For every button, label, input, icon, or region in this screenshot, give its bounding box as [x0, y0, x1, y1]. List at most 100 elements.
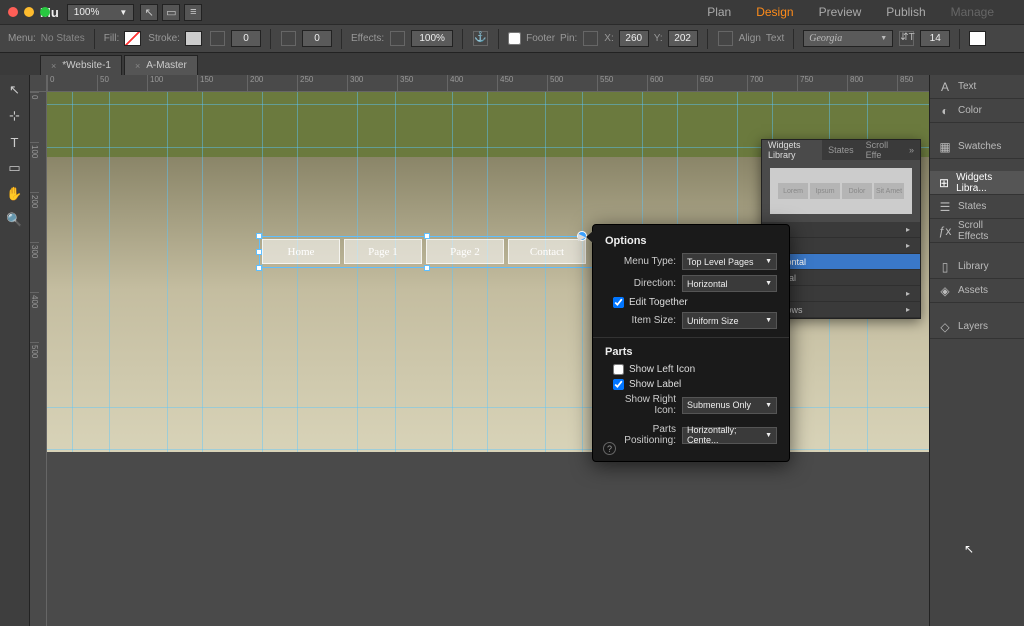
show-right-icon-label: Show Right Icon: — [605, 394, 676, 416]
panel-layers[interactable]: ◇Layers — [930, 315, 1024, 339]
document-tab[interactable]: × A-Master — [124, 55, 198, 75]
guide-vertical[interactable] — [109, 92, 110, 452]
text-tool[interactable]: T — [6, 133, 24, 151]
menu-state-value[interactable]: No States — [41, 33, 85, 44]
ruler-vertical[interactable]: 0100200300400500 — [30, 92, 47, 626]
view-button[interactable]: ≡ — [184, 4, 202, 21]
guide-horizontal[interactable] — [47, 407, 929, 408]
effects-icon[interactable] — [390, 31, 405, 46]
crop-tool[interactable]: ⊹ — [6, 107, 24, 125]
guide-vertical[interactable] — [297, 92, 298, 452]
menu-item[interactable]: Page 2 — [426, 239, 504, 264]
guide-vertical[interactable] — [202, 92, 203, 452]
help-icon[interactable]: ? — [603, 442, 616, 455]
y-input[interactable]: 202 — [668, 30, 698, 47]
ruler-origin[interactable] — [30, 75, 47, 92]
panel-tab[interactable]: Scroll Effe — [860, 140, 903, 160]
guide-horizontal[interactable] — [47, 104, 929, 105]
document-tabs: ×*Website-1×A-Master — [0, 53, 1024, 75]
pin-grid-icon[interactable] — [583, 31, 598, 46]
chevron-down-icon: ▼ — [119, 8, 127, 17]
panel-tab[interactable]: States — [822, 145, 860, 155]
guide-horizontal[interactable] — [47, 449, 929, 450]
text-color-swatch[interactable] — [969, 31, 986, 46]
workspace-tab-plan[interactable]: Plan — [707, 5, 731, 19]
menu-type-select[interactable]: Top Level Pages▼ — [682, 253, 777, 270]
panel-text[interactable]: AText — [930, 75, 1024, 99]
zoom-select[interactable]: 100% ▼ — [67, 4, 135, 21]
direction-select[interactable]: Horizontal▼ — [682, 275, 777, 292]
menu-item[interactable]: Home — [262, 239, 340, 264]
guide-vertical[interactable] — [452, 92, 453, 452]
zoom-value: 100% — [74, 7, 100, 18]
menu-item[interactable]: Page 1 — [344, 239, 422, 264]
corners-icon[interactable] — [281, 31, 296, 46]
edit-together-checkbox[interactable] — [613, 297, 624, 308]
canvas[interactable]: 0501001502002503003504004505005506006507… — [30, 75, 929, 626]
resize-handle[interactable] — [256, 265, 262, 271]
redo-button[interactable]: ▭ — [162, 4, 180, 21]
align-label[interactable]: Align — [739, 33, 761, 44]
show-left-icon-checkbox[interactable] — [613, 364, 624, 375]
guide-vertical[interactable] — [262, 92, 263, 452]
menu-item[interactable]: Contact — [508, 239, 586, 264]
more-tabs-icon[interactable]: » — [903, 145, 920, 155]
stroke-align-icon[interactable] — [210, 31, 225, 46]
guide-vertical[interactable] — [167, 92, 168, 452]
show-right-icon-select[interactable]: Submenus Only▼ — [682, 397, 777, 414]
x-input[interactable]: 260 — [619, 30, 649, 47]
corner-radius-input[interactable]: 0 — [302, 30, 332, 47]
document-tab[interactable]: ×*Website-1 — [40, 55, 122, 75]
resize-handle[interactable] — [424, 265, 430, 271]
hand-tool[interactable]: ✋ — [6, 185, 24, 203]
close-tab-icon[interactable]: × — [51, 61, 56, 71]
workspace-tab-design[interactable]: Design — [756, 5, 793, 19]
ruler-horizontal[interactable]: 0501001502002503003504004505005506006507… — [47, 75, 929, 92]
selection-tool[interactable]: ↖ — [6, 81, 24, 99]
canvas-pasteboard[interactable] — [47, 452, 929, 626]
opacity-input[interactable]: 100% — [411, 30, 453, 47]
panel-scroll-effects[interactable]: ƒxScroll Effects — [930, 219, 1024, 243]
guide-vertical[interactable] — [487, 92, 488, 452]
guide-vertical[interactable] — [545, 92, 546, 452]
show-right-icon-value: Submenus Only — [687, 400, 751, 410]
guide-vertical[interactable] — [582, 92, 583, 452]
font-select[interactable]: Georgia▼ — [803, 30, 893, 47]
panel-tab[interactable]: Widgets Library — [762, 140, 822, 160]
minimize-window-icon[interactable] — [24, 7, 34, 17]
guide-vertical[interactable] — [72, 92, 73, 452]
document-tab-label: A-Master — [146, 60, 187, 71]
menu-widget[interactable]: HomePage 1Page 2Contact — [262, 239, 586, 264]
close-window-icon[interactable] — [8, 7, 18, 17]
align-icon[interactable] — [718, 31, 733, 46]
fill-swatch[interactable] — [124, 31, 141, 46]
rectangle-tool[interactable]: ▭ — [6, 159, 24, 177]
font-size-input[interactable]: 14 — [920, 30, 950, 47]
show-label-checkbox[interactable] — [613, 379, 624, 390]
text-label[interactable]: Text — [766, 33, 784, 44]
panel-states[interactable]: ☰States — [930, 195, 1024, 219]
footer-checkbox[interactable] — [508, 32, 521, 45]
stroke-width-input[interactable]: 0 — [231, 30, 261, 47]
anchor-icon[interactable]: ⚓ — [473, 31, 488, 46]
guide-vertical[interactable] — [395, 92, 396, 452]
undo-button[interactable]: ↖ — [140, 4, 158, 21]
workspace-tab-preview[interactable]: Preview — [819, 5, 862, 19]
maximize-window-icon[interactable] — [40, 7, 50, 17]
cursor-icon: ↖ — [964, 542, 974, 556]
parts-position-select[interactable]: Horizontally; Cente...▼ — [682, 427, 777, 444]
guide-vertical[interactable] — [357, 92, 358, 452]
close-tab-icon[interactable]: × — [135, 61, 140, 71]
stroke-swatch[interactable] — [185, 31, 202, 46]
ruler-tick: 400 — [447, 75, 497, 92]
y-label: Y: — [654, 33, 663, 44]
workspace-tab-manage[interactable]: Manage — [951, 5, 994, 19]
panel-assets[interactable]: ◈Assets — [930, 279, 1024, 303]
panel-swatches[interactable]: ▦Swatches — [930, 135, 1024, 159]
panel-widgets-libra-[interactable]: ⊞Widgets Libra... — [930, 171, 1024, 195]
zoom-tool[interactable]: 🔍 — [6, 211, 24, 229]
panel-library[interactable]: ▯Library — [930, 255, 1024, 279]
panel-color[interactable]: ◐Color — [930, 99, 1024, 123]
item-size-select[interactable]: Uniform Size▼ — [682, 312, 777, 329]
workspace-tab-publish[interactable]: Publish — [886, 5, 925, 19]
